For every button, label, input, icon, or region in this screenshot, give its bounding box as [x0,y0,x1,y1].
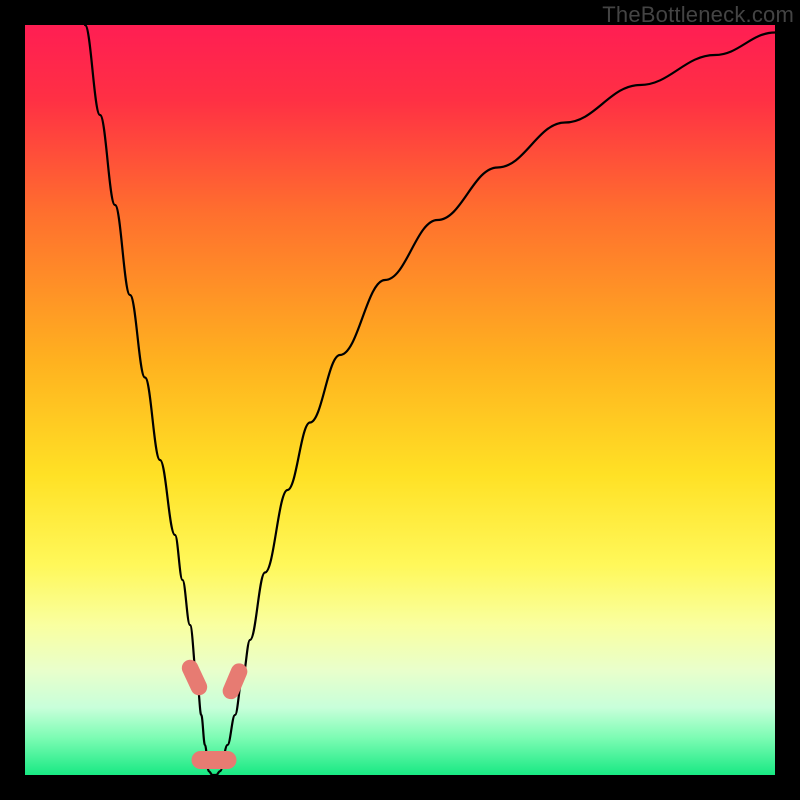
gradient-background [25,25,775,775]
watermark-text: TheBottleneck.com [602,2,794,28]
chart-svg [25,25,775,775]
chart-frame: TheBottleneck.com [0,0,800,800]
marker-bottom [192,751,237,769]
plot-area [25,25,775,775]
